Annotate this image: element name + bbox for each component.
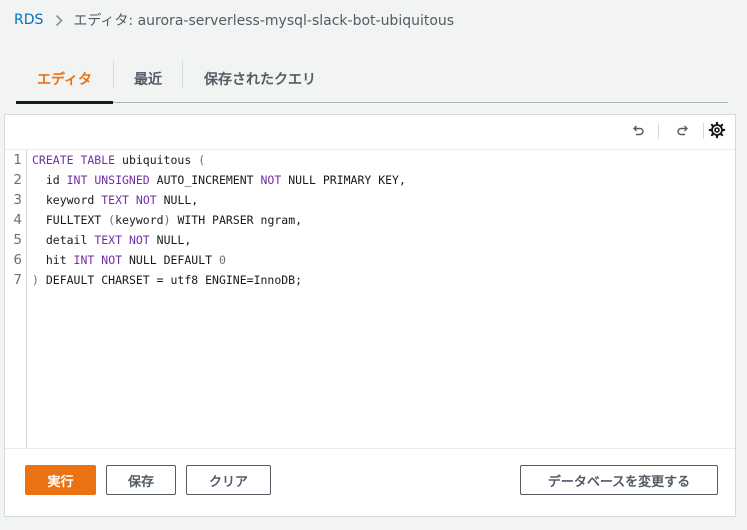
code-token: ) [163, 213, 171, 227]
code-token: NOT [101, 253, 123, 267]
code-token: ubiquitous [115, 153, 199, 167]
code-area[interactable]: CREATE TABLE ubiquitous ( id INT UNSIGNE… [32, 150, 406, 290]
code-token: INT UNSIGNED [66, 173, 150, 187]
line-number: 7 [13, 272, 22, 288]
run-button-label: 実行 [47, 474, 74, 490]
clear-button[interactable]: クリア [186, 465, 271, 495]
code-token: TEXT [94, 233, 123, 247]
code-line: CREATE TABLE ubiquitous ( [32, 150, 406, 170]
editor-toolbar [5, 115, 735, 150]
code-token: FULLTEXT [32, 213, 109, 227]
code-token: NOT [260, 173, 282, 187]
redo-button[interactable] [674, 123, 692, 141]
toolbar-divider [703, 123, 704, 139]
breadcrumb: RDS エディタ: aurora-serverless-mysql-slack-… [14, 10, 454, 30]
save-button[interactable]: 保存 [106, 465, 176, 495]
code-token: keyword [32, 193, 102, 207]
tab-editor[interactable]: エディタ [16, 56, 114, 104]
code-token: NOT [128, 233, 150, 247]
code-token: NULL, [156, 193, 199, 207]
code-token: hit [32, 253, 74, 267]
breadcrumb-rds-link[interactable]: RDS [14, 12, 43, 28]
change-database-button[interactable]: データベースを変更する [520, 465, 718, 495]
undo-icon [631, 123, 645, 142]
tab-saved-queries-label: 保存されたクエリ [204, 72, 317, 88]
tab-editor-label: エディタ [37, 72, 93, 88]
code-token: DEFAULT CHARSET = utf8 ENGINE=InnoDB; [38, 273, 303, 287]
line-number: 2 [13, 172, 22, 188]
code-line: detail TEXT NOT NULL, [32, 230, 406, 250]
tab-bar: エディタ 最近 保存されたクエリ [16, 56, 728, 104]
code-token: NOT [135, 193, 157, 207]
clear-button-label: クリア [208, 474, 248, 490]
code-token: INT [73, 253, 95, 267]
line-number: 6 [13, 252, 22, 268]
save-button-label: 保存 [127, 474, 154, 490]
code-token: WITH PARSER ngram, [170, 213, 303, 227]
code-token: NULL DEFAULT [122, 253, 219, 267]
line-number-gutter: 1 2 3 4 5 6 7 [5, 150, 27, 448]
sql-editor[interactable]: 1 2 3 4 5 6 7 CREATE TABLE ubiquitous ( id INT… [5, 150, 735, 448]
redo-icon [676, 123, 690, 142]
code-line: id INT UNSIGNED AUTO_INCREMENT NOT NULL … [32, 170, 406, 190]
code-line: keyword TEXT NOT NULL, [32, 190, 406, 210]
code-line: ) DEFAULT CHARSET = utf8 ENGINE=InnoDB; [32, 270, 406, 290]
code-token: AUTO_INCREMENT [149, 173, 261, 187]
tab-saved-queries[interactable]: 保存されたクエリ [183, 56, 337, 102]
chevron-right-icon [55, 14, 64, 27]
code-token: ) [32, 273, 39, 287]
code-token: TEXT [101, 193, 129, 207]
line-number: 3 [13, 192, 22, 208]
code-token: 0 [218, 253, 226, 267]
gear-icon [708, 121, 726, 143]
settings-button[interactable] [708, 121, 726, 143]
code-token: detail [32, 233, 95, 247]
tab-recent[interactable]: 最近 [114, 56, 182, 102]
code-line: hit INT NOT NULL DEFAULT 0 [32, 250, 406, 270]
change-database-button-label: データベースを変更する [547, 474, 691, 490]
code-line: FULLTEXT (keyword) WITH PARSER ngram, [32, 210, 406, 230]
line-number: 1 [13, 152, 22, 168]
toolbar-divider [658, 123, 659, 139]
undo-button[interactable] [629, 123, 647, 141]
breadcrumb-current: エディタ: aurora-serverless-mysql-slack-bot-… [73, 13, 455, 29]
tab-recent-label: 最近 [134, 72, 163, 88]
editor-footer: 実行 保存 クリア データベースを変更する [5, 448, 735, 519]
code-token: CREATE TABLE [32, 153, 116, 167]
query-editor-panel: 1 2 3 4 5 6 7 CREATE TABLE ubiquitous ( id INT… [4, 114, 736, 517]
code-token: id [32, 173, 67, 187]
run-button[interactable]: 実行 [25, 465, 96, 495]
code-token: NULL, [149, 233, 192, 247]
line-number: 5 [13, 232, 22, 248]
line-number: 4 [13, 212, 22, 228]
code-token: NULL PRIMARY KEY, [281, 173, 406, 187]
code-token: keyword [115, 213, 164, 227]
code-token: ( [198, 153, 206, 167]
